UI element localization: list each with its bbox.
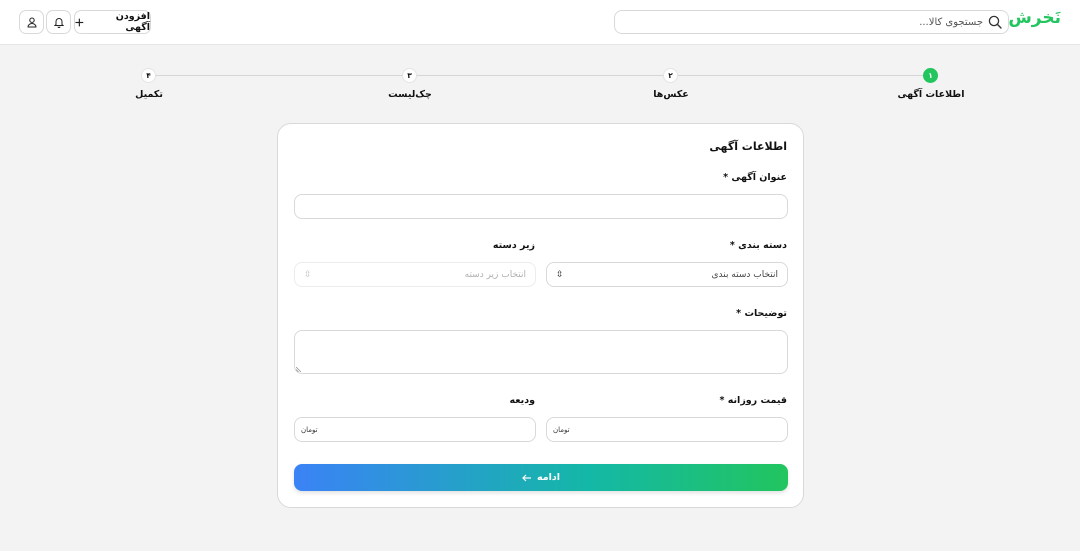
updown-chevron-icon: ⇳ — [556, 269, 564, 280]
bell-icon — [53, 17, 64, 28]
user-icon — [26, 17, 37, 27]
logo[interactable]: نَخرش — [1008, 8, 1061, 28]
form-title: اطلاعات آگهی — [709, 140, 787, 153]
step-3-label: چک‌لیست — [388, 89, 432, 100]
description-label: توضیحات * — [736, 308, 787, 319]
add-ad-label: افزودن آگهی — [115, 11, 150, 33]
deposit-label: ودیعه — [509, 395, 535, 406]
continue-button[interactable]: ادامه — [294, 464, 788, 491]
step-1-dot[interactable]: ۱ — [923, 68, 938, 83]
deposit-field[interactable]: تومان — [294, 417, 536, 442]
arrow-left-icon — [522, 474, 531, 481]
ad-title-input[interactable] — [295, 196, 787, 220]
notifications-button[interactable] — [46, 10, 71, 34]
updown-chevron-icon: ⇳ — [304, 269, 312, 280]
subcategory-placeholder: انتخاب زیر دسته — [464, 269, 526, 280]
subcategory-label: زیر دسته — [492, 240, 535, 251]
subcategory-select[interactable]: انتخاب زیر دسته ⇳ — [294, 262, 536, 287]
ad-title-field[interactable] — [294, 194, 788, 220]
step-3-dot[interactable]: ۳ — [402, 68, 417, 83]
add-ad-button[interactable]: افزودن آگهی — [74, 10, 151, 34]
stepper-line — [149, 75, 932, 76]
search-bar[interactable] — [614, 10, 1009, 34]
ad-info-form: اطلاعات آگهی عنوان آگهی * دسته بندی * ان… — [277, 123, 804, 508]
step-2-label: عکس‌ها — [653, 89, 689, 100]
category-placeholder: انتخاب دسته بندی — [711, 269, 778, 280]
step-1-label: اطلاعات آگهی — [897, 89, 965, 100]
step-2-dot[interactable]: ۲ — [663, 68, 678, 83]
plus-icon — [75, 18, 84, 26]
step-4-dot[interactable]: ۴ — [141, 68, 156, 83]
step-4-label: تکمیل — [135, 89, 163, 100]
description-field[interactable] — [294, 330, 788, 374]
description-textarea[interactable] — [295, 331, 787, 373]
daily-price-unit: تومان — [553, 425, 570, 434]
top-header: نَخرش افزودن آگهی — [0, 0, 1080, 45]
search-input[interactable] — [633, 16, 983, 28]
search-icon[interactable] — [988, 15, 1002, 29]
resize-grip-icon[interactable] — [296, 366, 302, 372]
category-select[interactable]: انتخاب دسته بندی ⇳ — [546, 262, 788, 287]
daily-price-label: قیمت روزانه * — [719, 395, 787, 406]
deposit-unit: تومان — [301, 425, 318, 434]
category-label: دسته بندی * — [729, 240, 787, 251]
continue-label: ادامه — [536, 472, 561, 483]
user-button[interactable] — [19, 10, 44, 34]
daily-price-field[interactable]: تومان — [546, 417, 788, 442]
ad-title-label: عنوان آگهی * — [723, 172, 787, 183]
